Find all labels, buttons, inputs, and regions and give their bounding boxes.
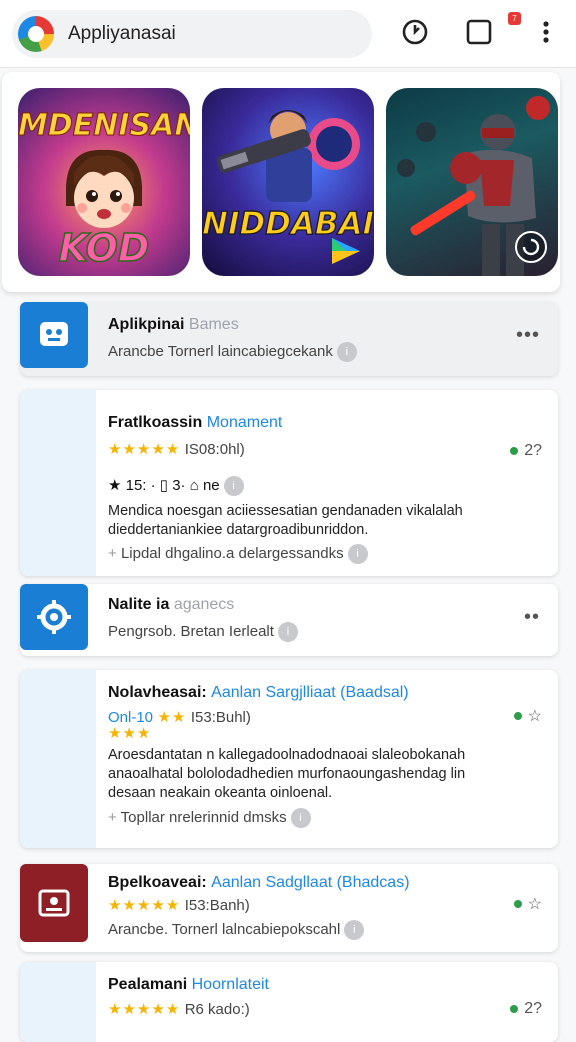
item-title: Fratlkoassin <box>108 414 203 431</box>
featured-tile-1[interactable]: MDENISAN KOD <box>18 88 190 276</box>
item-title: Aplikpinai <box>108 316 185 333</box>
item-side-value: 2? <box>524 1000 542 1017</box>
status-dot <box>513 900 522 908</box>
item-title: Pealamani <box>108 976 188 993</box>
app-thumbnail <box>20 962 96 1042</box>
game-box-icon <box>38 889 70 917</box>
rating-stars: ★★ <box>157 709 187 726</box>
app-icon <box>20 864 88 942</box>
more-icon[interactable]: ••• <box>516 324 540 347</box>
rating-stars: ★★★★★ <box>108 897 181 914</box>
list-item[interactable]: Nalite ia aganecs Pengrsob. Bretan Ierle… <box>20 584 558 656</box>
app-thumbnail <box>20 390 96 576</box>
favorite-star-icon[interactable]: ☆ <box>528 894 542 914</box>
item-side-value: 2? <box>524 442 542 459</box>
item-title: Bpelkoaveai: <box>108 874 207 891</box>
info-icon[interactable]: i <box>344 920 365 940</box>
rating-value: R6 kado:) <box>184 1001 250 1018</box>
item-title: Nalite ia <box>108 596 170 613</box>
app-icon <box>20 584 88 650</box>
search-bar[interactable]: Appliyanasai <box>12 10 372 58</box>
rating-value: I53:Banh) <box>184 897 250 914</box>
info-icon[interactable]: i <box>277 622 298 642</box>
more-icon[interactable]: •• <box>524 606 540 629</box>
item-footer: Lipdal dhgalino.a delargessandks <box>120 544 344 562</box>
item-description: Mendica noesgan aciiessesatian gendanade… <box>108 503 463 519</box>
item-description: dieddertaniankiee datargroadibunriddon. <box>108 522 369 538</box>
bullet-icon: + <box>108 808 117 826</box>
tabs-icon[interactable] <box>465 18 493 46</box>
chat-face-icon <box>40 322 68 346</box>
item-description: desaan neakain okeanta oinloenal. <box>108 785 333 801</box>
info-icon[interactable]: i <box>290 808 311 828</box>
rating-stars: ★★★★★ <box>108 441 181 458</box>
item-category: Hoornlateit <box>191 976 269 993</box>
status-dot <box>510 1005 519 1013</box>
play-triangle-icon <box>332 238 360 264</box>
info-icon[interactable]: i <box>223 476 244 497</box>
history-icon[interactable] <box>401 18 429 46</box>
list-item[interactable]: Aplikpinai Bames Arancbe Tornerl laincab… <box>20 302 558 376</box>
item-category: Aanlan Sargjlliaat (Baadsal) <box>211 684 409 701</box>
featured-tile-2[interactable]: NIDDABAIN <box>202 88 374 276</box>
item-category: aganecs <box>173 596 235 613</box>
list-item[interactable]: Nolavheasai: Aanlan Sargjlliaat (Baadsal… <box>20 670 558 848</box>
rating-stars-extra: ★★★ <box>108 725 152 742</box>
tile-1-title: MDENISAN <box>18 108 190 144</box>
item-description: anaoalhatal bololodadhedien murfonaounga… <box>108 766 466 782</box>
search-text: Appliyanasai <box>68 23 176 44</box>
item-category: Monament <box>206 414 283 431</box>
tile-1-subtitle: KOD <box>58 225 150 271</box>
app-thumbnail <box>20 670 96 848</box>
item-title: Nolavheasai: <box>108 684 207 701</box>
bullet-icon: + <box>108 544 117 562</box>
item-subtitle: Arancbe. Tornerl lalncabiepokscahl <box>108 920 341 938</box>
item-footer: Topllar nrelerinnid dmsks <box>120 808 287 826</box>
gear-icon <box>37 600 71 634</box>
app-icon <box>20 302 88 368</box>
rating-value: IS08:0hl) <box>184 441 245 458</box>
featured-tile-3[interactable] <box>386 88 558 276</box>
rating-value: I53:Buhl) <box>190 709 251 726</box>
item-description: Aroesdantatan n kallegadoolnadodnaoai sl… <box>108 747 466 763</box>
featured-games-carousel: MDENISAN KOD NIDDABAIN <box>2 72 560 292</box>
item-subtitle: Pengrsob. Bretan Ierlealt <box>108 622 274 640</box>
item-category: Bames <box>188 316 239 333</box>
favorite-star-icon[interactable]: ☆ <box>528 706 542 726</box>
item-subtitle: Arancbe Tornerl laincabiegcekank <box>108 342 333 360</box>
more-vert-icon[interactable] <box>532 18 560 46</box>
hot-badge-icon <box>526 96 550 120</box>
status-dot <box>513 712 522 720</box>
notification-badge: 7 <box>508 12 521 25</box>
status-dot <box>510 447 519 455</box>
info-icon[interactable]: i <box>336 342 357 362</box>
rating-stars: ★★★★★ <box>108 1001 181 1018</box>
item-meta: ★ 15: · ▯ 3· ⌂ ne <box>108 477 220 494</box>
character-face-icon <box>66 149 142 228</box>
hero-character-icon <box>217 110 360 202</box>
list-item[interactable]: Fratlkoassin Monament ★★★★★ IS08:0hl) ★ … <box>20 390 558 576</box>
info-icon[interactable]: i <box>347 544 368 564</box>
top-bar: Appliyanasai 7 <box>0 0 576 68</box>
refresh-icon[interactable] <box>514 230 548 264</box>
list-item[interactable]: Pealamani Hoornlateit ★★★★★ R6 kado:) 2? <box>20 962 558 1042</box>
store-logo-icon <box>18 16 54 52</box>
item-category: Aanlan Sadgllaat (Bhadcas) <box>211 874 410 891</box>
list-item[interactable]: Bpelkoaveai: Aanlan Sadgllaat (Bhadcas) … <box>20 864 558 952</box>
